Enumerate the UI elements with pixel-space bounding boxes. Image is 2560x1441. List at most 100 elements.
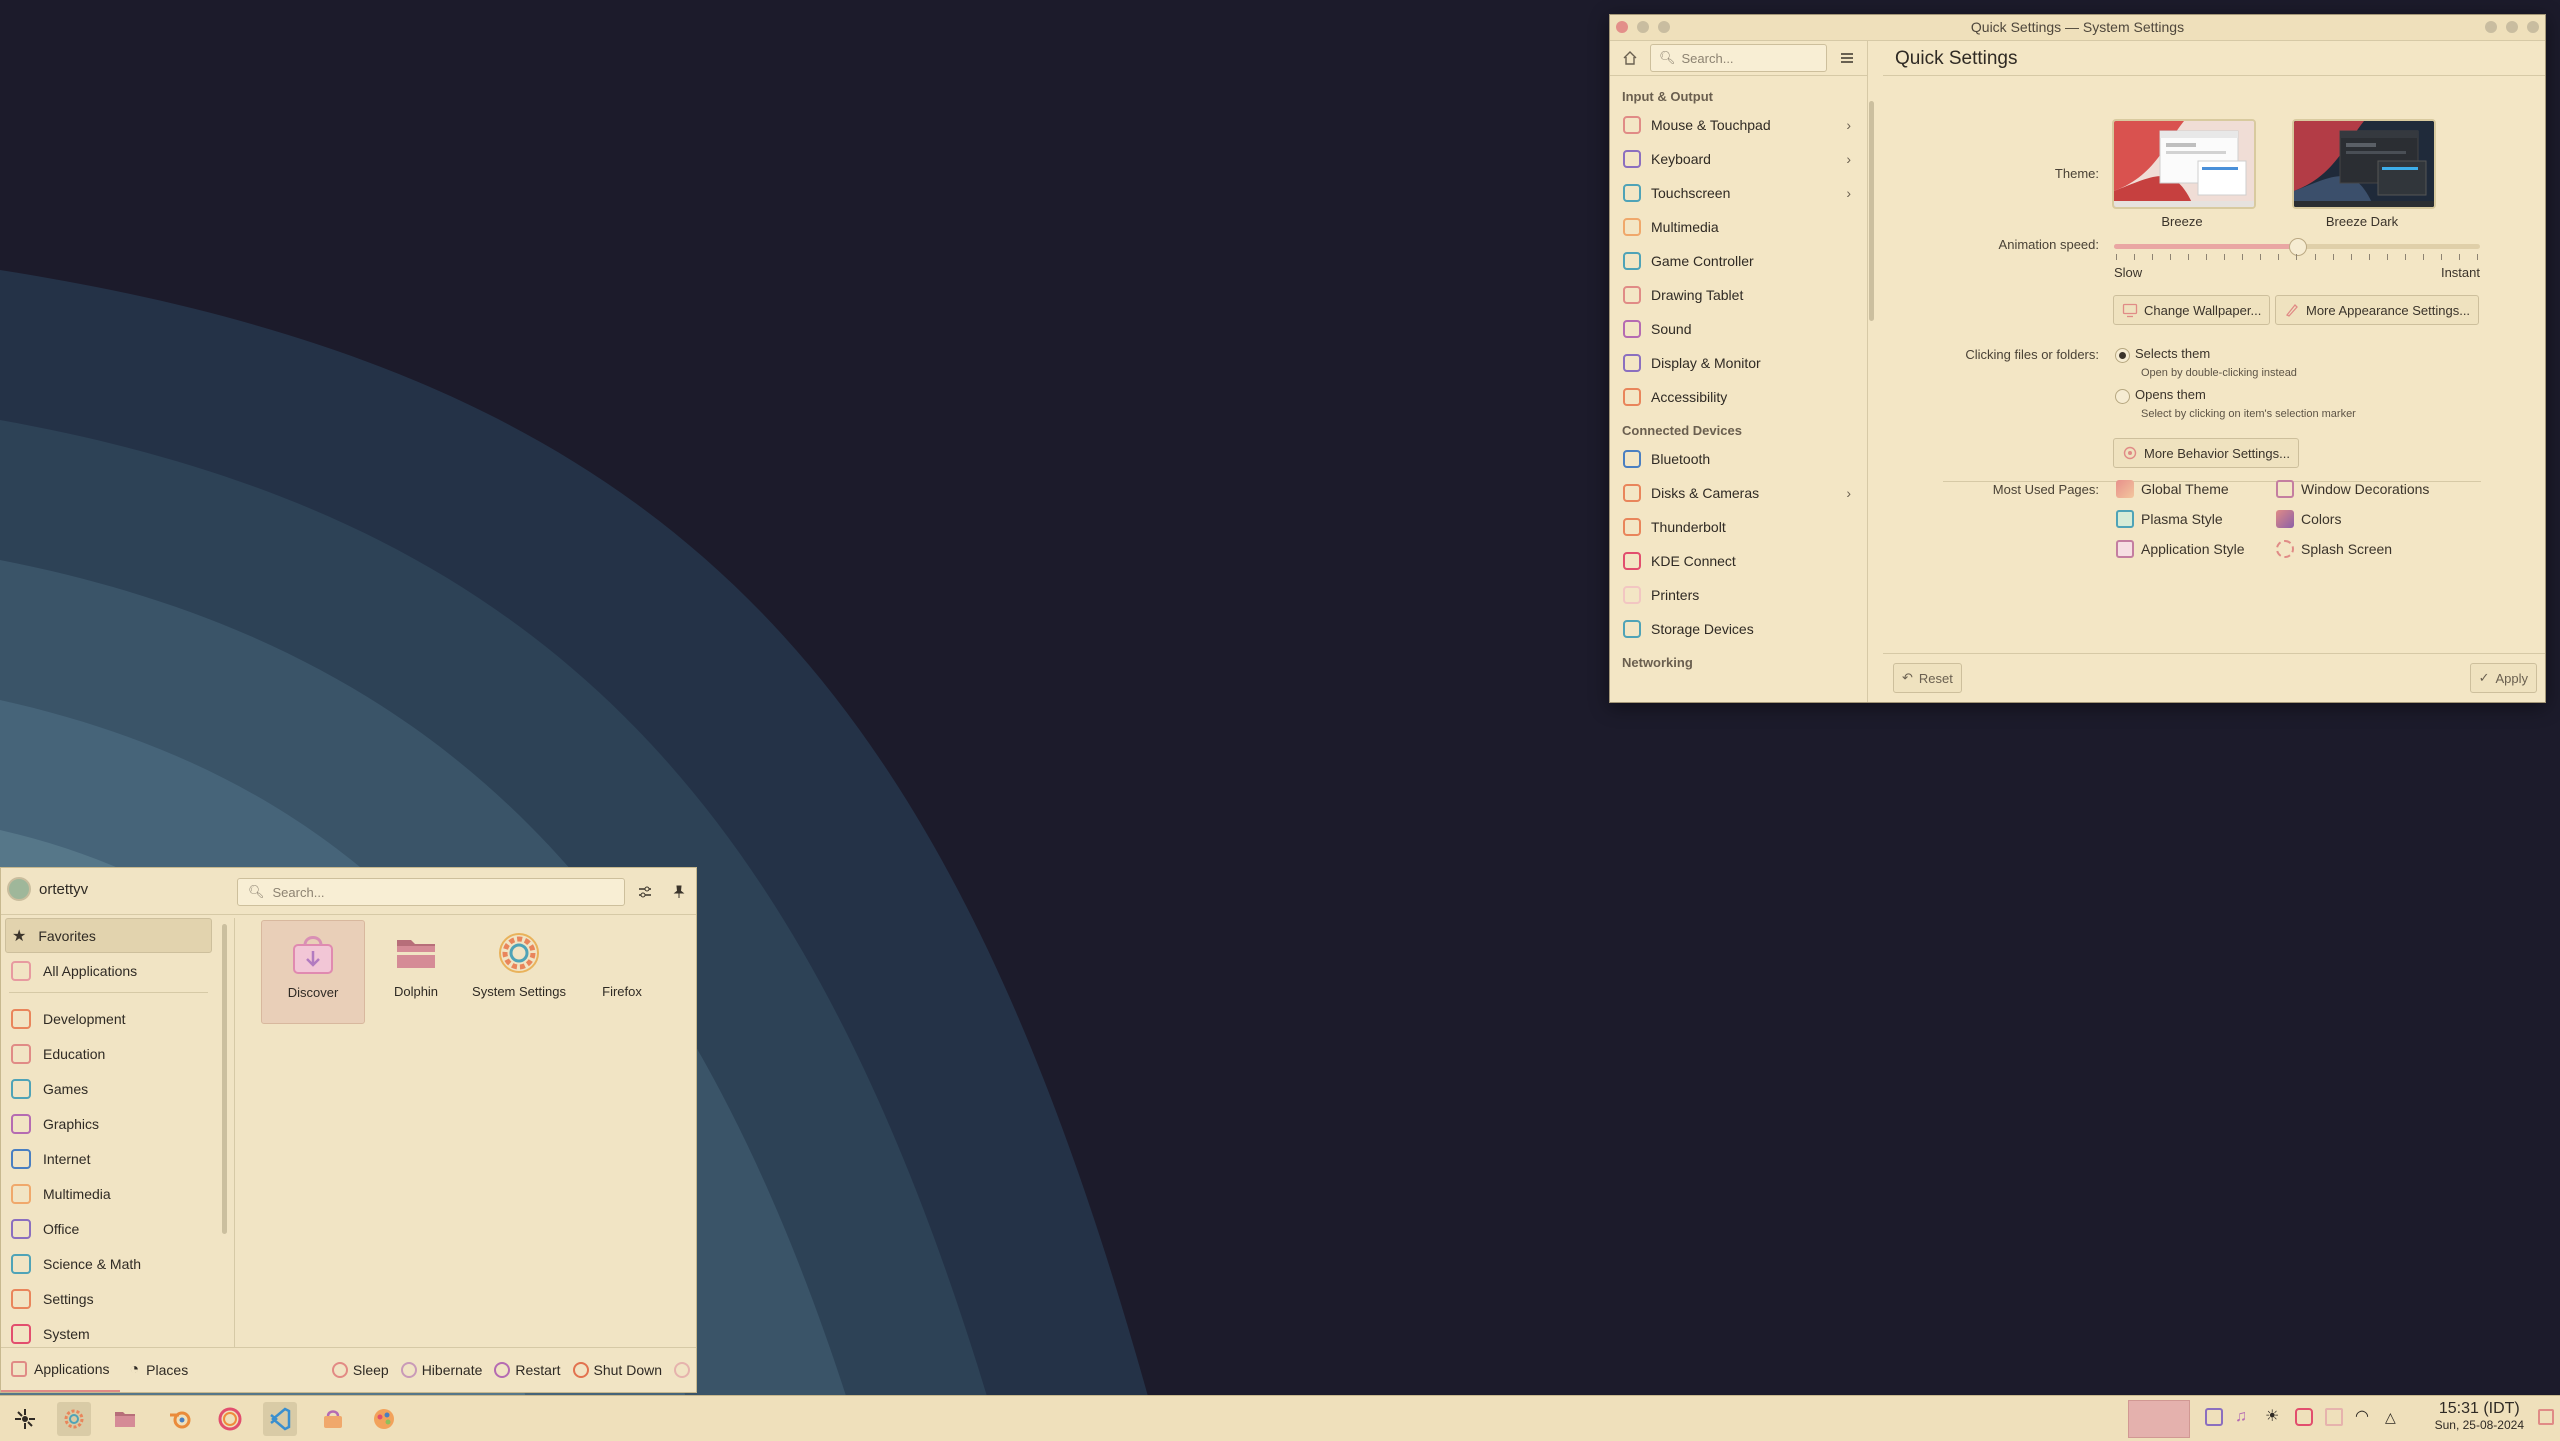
- more-appearance-button[interactable]: More Appearance Settings...: [2275, 295, 2480, 325]
- tab-places[interactable]: ◔ Places: [120, 1348, 199, 1392]
- radio-opens-them[interactable]: [2115, 389, 2130, 404]
- restart-button[interactable]: Restart: [488, 1362, 566, 1378]
- sidebar-item-touchscreen[interactable]: Touchscreen ›: [1620, 176, 1857, 210]
- sidebar-item-printers[interactable]: Printers: [1620, 578, 1857, 612]
- category-education[interactable]: Education: [1, 1036, 216, 1071]
- theme-breeze-dark-thumbnail[interactable]: [2292, 119, 2436, 209]
- category-games[interactable]: Games: [1, 1071, 216, 1106]
- sidebar-item-label: Disks & Cameras: [1651, 485, 1760, 501]
- most-used-plasma-style[interactable]: Plasma Style: [2116, 510, 2223, 528]
- sidebar-item-game-controller[interactable]: Game Controller: [1620, 244, 1857, 278]
- notes-icon[interactable]: [2325, 1408, 2343, 1426]
- most-used-global-theme[interactable]: Global Theme: [2116, 480, 2229, 498]
- brightness-icon[interactable]: ☀: [2265, 1408, 2283, 1426]
- window-titlebar[interactable]: Quick Settings — System Settings: [1610, 15, 2545, 41]
- show-desktop-button[interactable]: [2538, 1409, 2554, 1425]
- hibernate-button[interactable]: Hibernate: [395, 1362, 489, 1378]
- multimedia-icon: [1623, 218, 1641, 236]
- radio-selects-them[interactable]: [2115, 348, 2130, 363]
- most-used-window-decorations[interactable]: Window Decorations: [2276, 480, 2429, 498]
- user-profile[interactable]: ortettyv: [7, 877, 88, 901]
- keep-above-icon[interactable]: [1637, 21, 1649, 33]
- sidebar-item-keyboard[interactable]: Keyboard ›: [1620, 142, 1857, 176]
- sidebar-item-multimedia[interactable]: Multimedia: [1620, 210, 1857, 244]
- task-app-store[interactable]: [316, 1402, 350, 1436]
- sidebar-scrollbar[interactable]: [1869, 101, 1874, 321]
- app-discover[interactable]: Discover: [261, 920, 365, 1024]
- wifi-icon[interactable]: ◠: [2355, 1408, 2373, 1426]
- sidebar-item-display-monitor[interactable]: Display & Monitor: [1620, 346, 1857, 380]
- more-behavior-button[interactable]: More Behavior Settings...: [2113, 438, 2299, 468]
- task-firefox[interactable]: [213, 1402, 247, 1436]
- category-label: Games: [43, 1080, 89, 1097]
- tab-applications[interactable]: Applications: [1, 1348, 120, 1392]
- category-system[interactable]: System: [1, 1316, 216, 1351]
- most-used-application-style[interactable]: Application Style: [2116, 540, 2245, 558]
- category-office[interactable]: Office: [1, 1211, 216, 1246]
- category-multimedia[interactable]: Multimedia: [1, 1176, 216, 1211]
- digital-clock[interactable]: 15:31 (IDT) Sun, 25-08-2024: [2435, 1400, 2524, 1432]
- sidebar-item-storage-devices[interactable]: Storage Devices: [1620, 612, 1857, 646]
- settings-sidebar: 🔍︎ Search... Input & Output Mouse & Touc…: [1610, 41, 1868, 702]
- sidebar-item-drawing-tablet[interactable]: Drawing Tablet: [1620, 278, 1857, 312]
- most-used-colors[interactable]: Colors: [2276, 510, 2341, 528]
- leave-button[interactable]: [668, 1362, 696, 1378]
- category-internet[interactable]: Internet: [1, 1141, 216, 1176]
- settings-search-input[interactable]: 🔍︎ Search...: [1650, 44, 1827, 72]
- home-button[interactable]: [1616, 44, 1644, 72]
- change-wallpaper-button[interactable]: Change Wallpaper...: [2113, 295, 2271, 325]
- chevron-up-icon[interactable]: △: [2385, 1408, 2403, 1426]
- category-label: Office: [43, 1220, 80, 1237]
- opens-them-label: Opens them: [2135, 387, 2206, 402]
- category-graphics[interactable]: Graphics: [1, 1106, 216, 1141]
- category-settings[interactable]: Settings: [1, 1281, 216, 1316]
- app-firefox[interactable]: Firefox: [570, 920, 674, 1024]
- most-used-splash-screen[interactable]: Splash Screen: [2276, 540, 2392, 558]
- category-label: Development: [43, 1010, 126, 1027]
- shutdown-button[interactable]: Shut Down: [567, 1362, 668, 1378]
- task-system-settings[interactable]: [57, 1402, 91, 1436]
- pin-icon[interactable]: [1658, 21, 1670, 33]
- task-dolphin[interactable]: [108, 1402, 142, 1436]
- maximize-button[interactable]: [2506, 21, 2518, 33]
- apply-button[interactable]: ✓ Apply: [2469, 663, 2537, 693]
- sidebar-item-sound[interactable]: Sound: [1620, 312, 1857, 346]
- sidebar-item-mouse-touchpad[interactable]: Mouse & Touchpad ›: [1620, 108, 1857, 142]
- category-icon: [11, 1288, 31, 1309]
- sidebar-item-kde-connect[interactable]: KDE Connect: [1620, 544, 1857, 578]
- app-system-settings[interactable]: System Settings: [467, 920, 571, 1024]
- category-favorites[interactable]: ★ Favorites: [5, 918, 212, 953]
- close-button[interactable]: [2527, 21, 2539, 33]
- pager-widget[interactable]: [2128, 1400, 2190, 1438]
- launcher-button[interactable]: [8, 1402, 42, 1436]
- category-all-applications[interactable]: All Applications: [1, 953, 216, 988]
- pin-launcher-button[interactable]: [665, 878, 693, 906]
- reset-button[interactable]: ↶ Reset: [1893, 663, 1962, 693]
- animation-speed-fill: [2114, 244, 2297, 249]
- theme-breeze-thumbnail[interactable]: [2112, 119, 2256, 209]
- sidebar-item-disks-cameras[interactable]: Disks & Cameras ›: [1620, 476, 1857, 510]
- category-science-math[interactable]: Science & Math: [1, 1246, 216, 1281]
- sidebar-item-accessibility[interactable]: Accessibility: [1620, 380, 1857, 414]
- leave-icon: [674, 1362, 690, 1378]
- sleep-button[interactable]: Sleep: [326, 1362, 395, 1378]
- minimize-button[interactable]: [2485, 21, 2497, 33]
- hamburger-menu-button[interactable]: [1833, 44, 1861, 72]
- categories-scrollbar[interactable]: [222, 924, 227, 1234]
- battery-icon[interactable]: [2295, 1408, 2313, 1426]
- task-blender[interactable]: [163, 1402, 197, 1436]
- clipboard-icon[interactable]: [2205, 1408, 2223, 1426]
- configure-launcher-button[interactable]: [631, 878, 659, 906]
- sidebar-item-bluetooth[interactable]: Bluetooth: [1620, 442, 1857, 476]
- launcher-search-input[interactable]: 🔍︎ Search...: [237, 878, 625, 906]
- app-dolphin[interactable]: Dolphin: [364, 920, 468, 1024]
- taskbar: ♫ ☀ ◠ △ 15:31 (IDT) Sun, 25-08-2024: [0, 1395, 2560, 1441]
- task-vscode[interactable]: [263, 1402, 297, 1436]
- window-menu-icon[interactable]: [1616, 21, 1628, 33]
- task-color-picker[interactable]: [367, 1402, 401, 1436]
- sidebar-item-thunderbolt[interactable]: Thunderbolt: [1620, 510, 1857, 544]
- category-development[interactable]: Development: [1, 1001, 216, 1036]
- avatar: [7, 877, 31, 901]
- search-icon: 🔍︎: [248, 884, 265, 899]
- music-icon[interactable]: ♫: [2235, 1408, 2253, 1426]
